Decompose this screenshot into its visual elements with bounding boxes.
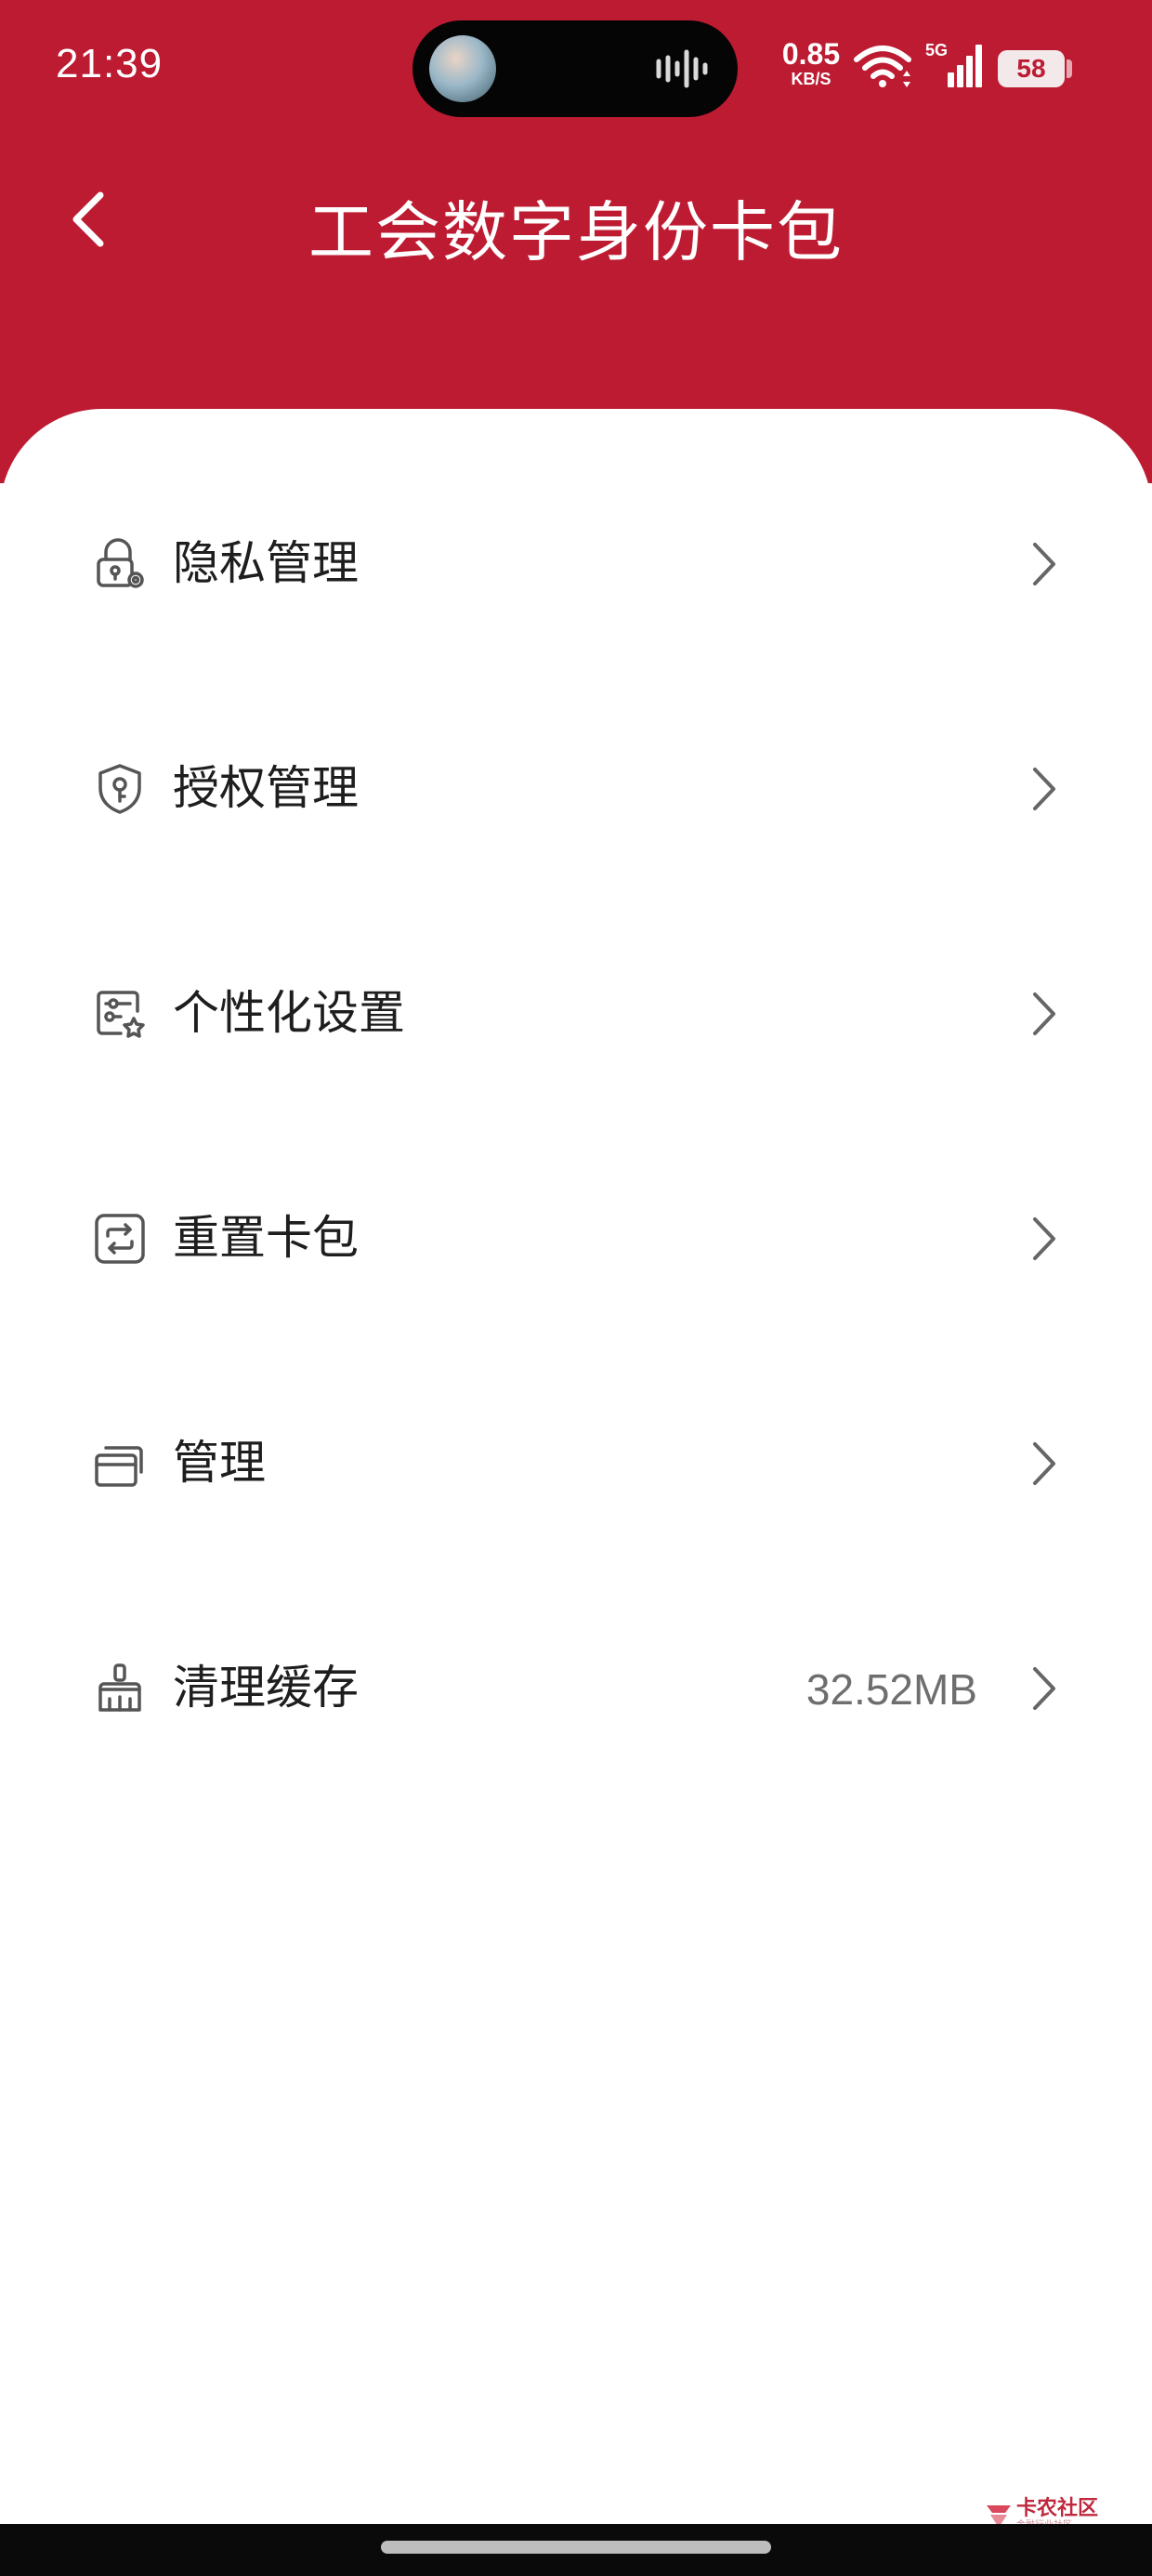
cards-icon — [95, 1446, 143, 1487]
chevron-right-icon — [1033, 1442, 1055, 1485]
lock-gear-icon — [97, 538, 144, 588]
menu-item-manage[interactable]: 管理 — [0, 1379, 1152, 1546]
reset-icon — [95, 1214, 145, 1264]
menu-item-label: 管理 — [173, 1436, 266, 1490]
battery-indicator: 58 — [998, 50, 1065, 87]
avatar — [429, 35, 496, 102]
menu-item-label: 授权管理 — [173, 761, 359, 815]
network-speed: 0.85 KB/S — [779, 39, 844, 87]
settings-star-icon — [97, 991, 145, 1038]
menu-item-label: 重置卡包 — [173, 1211, 359, 1265]
wifi-icon — [854, 46, 911, 87]
shield-key-icon — [98, 764, 141, 814]
audio-wave-icon — [656, 49, 708, 88]
signal-label: 5G — [925, 41, 948, 59]
chevron-right-icon — [1033, 768, 1055, 810]
network-speed-unit: KB/S — [791, 70, 831, 88]
menu-item-privacy[interactable]: 隐私管理 — [0, 480, 1152, 647]
dynamic-island[interactable] — [412, 20, 738, 117]
chevron-right-icon — [1033, 1217, 1055, 1260]
menu-item-label: 清理缓存 — [173, 1661, 359, 1715]
menu-item-label: 个性化设置 — [173, 986, 405, 1040]
watermark-text: 卡农社区 — [1016, 2497, 1099, 2520]
battery-cap — [1067, 59, 1072, 78]
menu-item-authorization[interactable]: 授权管理 — [0, 704, 1152, 872]
status-time: 21:39 — [56, 41, 164, 86]
network-speed-value: 0.85 — [781, 37, 841, 71]
chevron-right-icon — [1033, 992, 1055, 1035]
menu-item-reset-wallet[interactable]: 重置卡包 — [0, 1154, 1152, 1321]
menu-item-label: 隐私管理 — [173, 536, 359, 590]
page-title: 工会数字身份卡包 — [308, 194, 844, 270]
chevron-right-icon — [1033, 543, 1055, 585]
menu-item-personalization[interactable]: 个性化设置 — [0, 929, 1152, 1097]
menu-item-clear-cache[interactable]: 清理缓存 32.52MB — [0, 1604, 1152, 1771]
broom-icon — [98, 1663, 141, 1712]
home-indicator[interactable] — [381, 2541, 771, 2554]
cellular-signal-icon: 5G — [925, 41, 982, 87]
cache-size-value: 32.52MB — [805, 1665, 977, 1714]
chevron-right-icon — [1033, 1667, 1055, 1710]
